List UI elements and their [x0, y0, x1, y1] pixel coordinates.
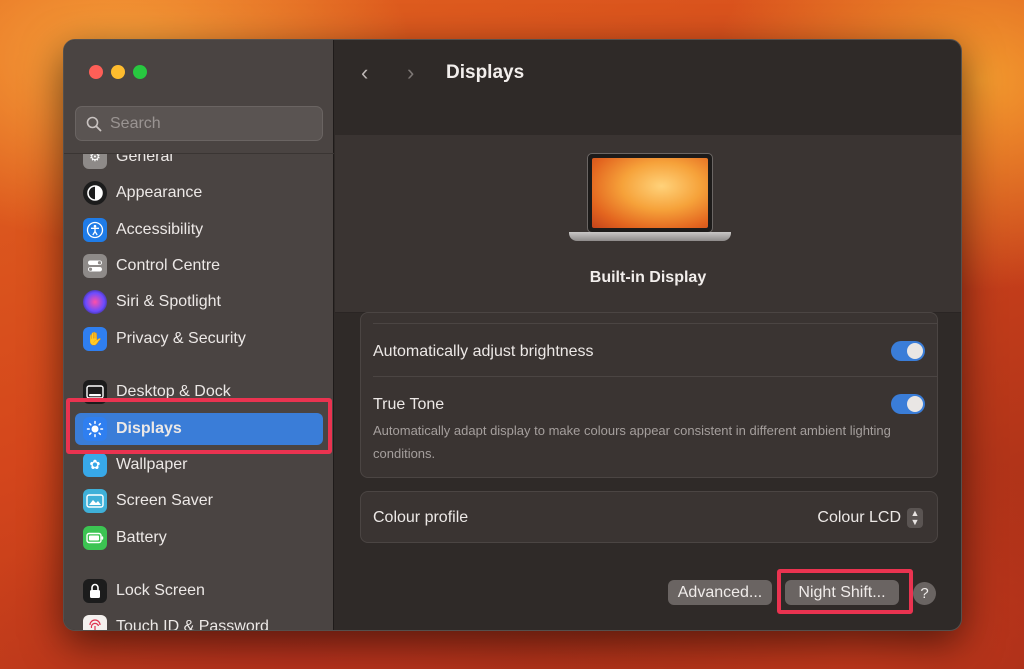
- fingerprint-icon: [83, 615, 107, 630]
- zoom-button[interactable]: [133, 65, 147, 79]
- back-button[interactable]: ‹: [361, 60, 368, 86]
- hand-icon: ✋: [83, 327, 107, 351]
- display-name: Built-in Display: [589, 269, 707, 286]
- sidebar-item-label: Privacy & Security: [116, 330, 246, 347]
- minimize-button[interactable]: [111, 65, 125, 79]
- sidebar-item-label: Displays: [116, 420, 182, 437]
- sidebar: ⚙ General Appearance Accessibility Cont: [64, 40, 334, 630]
- sidebar-item-label: Desktop & Dock: [116, 383, 231, 400]
- sidebar-item-general[interactable]: ⚙ General: [75, 154, 323, 173]
- flower-icon: ✿: [83, 453, 107, 477]
- control-centre-icon: [83, 254, 107, 278]
- sun-icon: [83, 417, 107, 441]
- sidebar-item-label: Screen Saver: [116, 492, 213, 509]
- colour-profile-value: Colour LCD: [817, 509, 901, 526]
- display-preview: Built-in Display: [335, 135, 961, 313]
- true-tone-toggle[interactable]: [891, 394, 925, 414]
- sidebar-item-accessibility[interactable]: Accessibility: [75, 214, 323, 246]
- auto-brightness-label: Automatically adjust brightness: [373, 343, 594, 360]
- forward-button[interactable]: ›: [407, 60, 414, 86]
- battery-icon: [83, 526, 107, 550]
- sidebar-item-label: Accessibility: [116, 221, 204, 238]
- search-icon: [86, 116, 102, 131]
- true-tone-label: True Tone: [373, 396, 445, 413]
- laptop-base: [569, 232, 731, 241]
- sidebar-item-touch-id[interactable]: Touch ID & Password: [75, 611, 323, 631]
- sidebar-list: ⚙ General Appearance Accessibility Contr…: [64, 154, 334, 631]
- lock-icon: [83, 579, 107, 603]
- search-input[interactable]: [110, 114, 310, 133]
- window-controls: [89, 65, 147, 79]
- sidebar-item-desktop-dock[interactable]: Desktop & Dock: [75, 376, 323, 408]
- help-button[interactable]: ?: [913, 582, 936, 605]
- sidebar-item-label: Siri & Spotlight: [116, 293, 221, 310]
- settings-group-colour: Colour profile Colour LCD ▲ ▼: [360, 491, 938, 543]
- accessibility-icon: [83, 218, 107, 242]
- sidebar-item-appearance[interactable]: Appearance: [75, 177, 323, 209]
- appearance-icon: [83, 181, 107, 205]
- advanced-button[interactable]: Advanced...: [668, 580, 772, 605]
- siri-icon: [83, 290, 107, 314]
- auto-brightness-toggle[interactable]: [891, 341, 925, 361]
- chevron-up-down-icon: ▲ ▼: [907, 508, 923, 528]
- night-shift-button[interactable]: Night Shift...: [785, 580, 899, 605]
- gear-icon: ⚙: [83, 154, 107, 169]
- sidebar-item-label: Appearance: [116, 184, 203, 201]
- sidebar-item-label: Touch ID & Password: [116, 618, 269, 631]
- sidebar-item-control-centre[interactable]: Control Centre: [75, 250, 323, 282]
- screen-saver-icon: [83, 489, 107, 513]
- main-content: ‹ › Displays Built-in Display Automatica…: [335, 40, 961, 630]
- sidebar-item-label: Control Centre: [116, 257, 221, 274]
- sidebar-item-lock-screen[interactable]: Lock Screen: [75, 575, 323, 607]
- sidebar-item-displays[interactable]: Displays: [75, 413, 323, 445]
- settings-group-display: Automatically adjust brightness True Ton…: [360, 312, 938, 478]
- sidebar-item-label: Wallpaper: [116, 456, 188, 473]
- sidebar-item-screen-saver[interactable]: Screen Saver: [75, 485, 323, 517]
- sidebar-item-siri-spotlight[interactable]: Siri & Spotlight: [75, 286, 323, 318]
- sidebar-item-wallpaper[interactable]: ✿ Wallpaper: [75, 449, 323, 481]
- row-divider: [373, 376, 937, 377]
- sidebar-item-privacy-security[interactable]: ✋ Privacy & Security: [75, 323, 323, 355]
- dock-icon: [83, 380, 107, 404]
- sidebar-item-label: Battery: [116, 529, 167, 546]
- true-tone-description: Automatically adapt display to make colo…: [373, 423, 891, 461]
- close-button[interactable]: [89, 65, 103, 79]
- sidebar-item-label: Lock Screen: [116, 582, 205, 599]
- search-field[interactable]: [75, 106, 323, 141]
- colour-profile-select[interactable]: Colour LCD ▲ ▼: [817, 508, 923, 528]
- sidebar-item-battery[interactable]: Battery: [75, 522, 323, 554]
- page-title: Displays: [446, 62, 525, 83]
- settings-window: ⚙ General Appearance Accessibility Cont: [63, 39, 962, 631]
- colour-profile-label: Colour profile: [373, 509, 469, 526]
- sidebar-item-label: General: [116, 154, 173, 165]
- laptop-icon[interactable]: [587, 153, 713, 233]
- row-divider: [373, 323, 937, 324]
